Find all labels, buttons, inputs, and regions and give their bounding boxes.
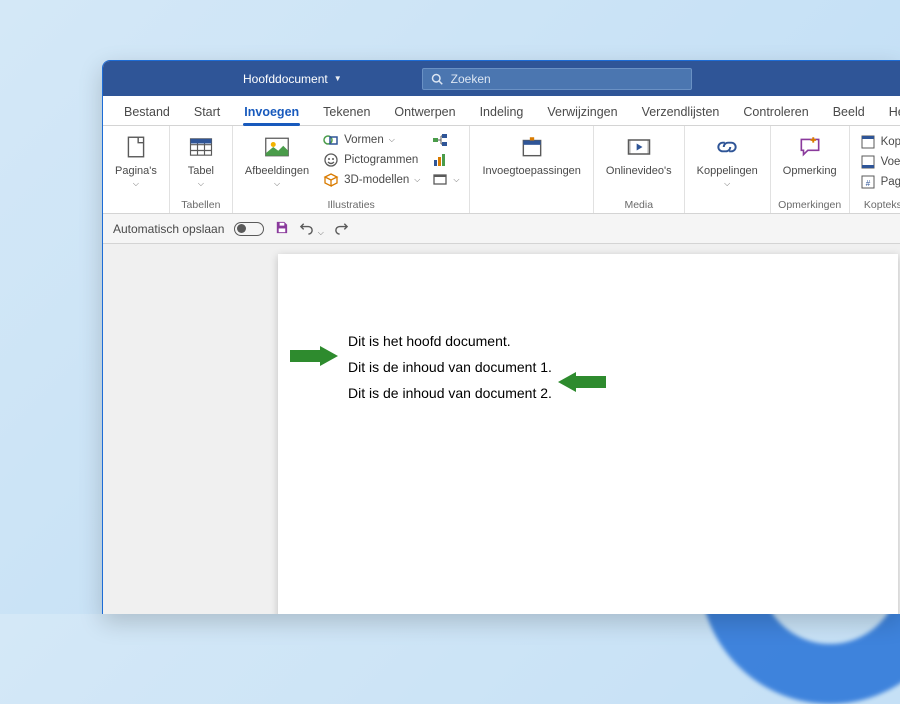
tab-beeld[interactable]: Beeld xyxy=(822,99,876,125)
autosave-label: Automatisch opslaan xyxy=(113,222,224,236)
group-label-kopvoet: Koptekst en voettekst xyxy=(850,199,900,211)
tab-invoegen[interactable]: Invoegen xyxy=(233,99,310,125)
table-icon xyxy=(185,131,217,163)
icons-icon xyxy=(323,152,339,168)
video-icon xyxy=(623,131,655,163)
3d-modellen-button[interactable]: 3D-modellen ⌵ xyxy=(321,171,422,189)
title-bar: Hoofddocument ▼ Zoeken xyxy=(103,61,900,96)
header-icon xyxy=(860,134,876,150)
group-media: Onlinevideo's Media xyxy=(594,126,685,213)
page-icon xyxy=(120,131,152,163)
group-paginas: Pagina's⌵ xyxy=(103,126,170,213)
search-box[interactable]: Zoeken xyxy=(422,68,692,90)
shapes-icon xyxy=(323,132,339,148)
screenshot-button[interactable]: ⌵ xyxy=(430,171,461,189)
tab-start[interactable]: Start xyxy=(183,99,231,125)
search-placeholder: Zoeken xyxy=(451,72,491,86)
page[interactable]: Dit is het hoofd document. Dit is de inh… xyxy=(278,254,898,614)
group-opmerkingen: Opmerking Opmerkingen xyxy=(771,126,850,213)
screenshot-icon xyxy=(432,172,448,188)
opmerking-button[interactable]: Opmerking xyxy=(779,129,841,179)
redo-icon xyxy=(334,220,349,235)
tab-help[interactable]: Help xyxy=(878,99,900,125)
chart-icon xyxy=(432,152,448,168)
footer-icon xyxy=(860,154,876,170)
ribbon: Pagina's⌵ Tabel⌵ Tabellen xyxy=(103,126,900,214)
cube-icon xyxy=(323,172,339,188)
group-label-tabellen: Tabellen xyxy=(170,199,232,211)
doc-line-1: Dit is het hoofd document. xyxy=(348,329,828,355)
tab-verwijzingen[interactable]: Verwijzingen xyxy=(536,99,628,125)
tab-bestand[interactable]: Bestand xyxy=(113,99,181,125)
search-icon xyxy=(431,73,443,85)
invoegtoepassingen-button[interactable]: Invoegtoepassingen xyxy=(478,129,584,179)
paginanummer-button[interactable]: # Paginanummer ⌵ xyxy=(858,173,900,191)
tab-controleren[interactable]: Controleren xyxy=(732,99,819,125)
pagenum-icon: # xyxy=(860,174,876,190)
group-label-opmerkingen: Opmerkingen xyxy=(771,199,849,211)
paginas-button[interactable]: Pagina's⌵ xyxy=(111,129,161,191)
annotation-arrow-right xyxy=(558,372,606,397)
koptekst-button[interactable]: Koptekst ⌵ xyxy=(858,133,900,151)
voettekst-button[interactable]: Voettekst ⌵ xyxy=(858,153,900,171)
tab-tekenen[interactable]: Tekenen xyxy=(312,99,381,125)
undo-icon xyxy=(299,220,314,235)
vormen-button[interactable]: Vormen ⌵ xyxy=(321,131,422,149)
group-illustraties: Afbeeldingen⌵ Vormen ⌵ Pictogrammen 3D-m… xyxy=(233,126,471,213)
addins-icon xyxy=(516,131,548,163)
tab-indeling[interactable]: Indeling xyxy=(469,99,535,125)
annotation-arrow-left xyxy=(290,346,338,371)
group-tabellen: Tabel⌵ Tabellen xyxy=(170,126,233,213)
smartart-icon xyxy=(432,132,448,148)
redo-button[interactable] xyxy=(334,220,349,238)
undo-button[interactable]: ⌵ xyxy=(299,220,323,238)
picture-icon xyxy=(261,131,293,163)
link-icon xyxy=(711,131,743,163)
group-kopvoet: Koptekst ⌵ Voettekst ⌵ # Paginanummer ⌵ … xyxy=(850,126,900,213)
pictogrammen-button[interactable]: Pictogrammen xyxy=(321,151,422,169)
chevron-down-icon: ▼ xyxy=(334,74,342,83)
comment-icon xyxy=(794,131,826,163)
document-title-text: Hoofddocument xyxy=(243,72,328,86)
svg-text:#: # xyxy=(865,179,870,188)
autosave-toggle[interactable] xyxy=(234,222,264,236)
afbeeldingen-button[interactable]: Afbeeldingen⌵ xyxy=(241,129,313,191)
save-icon xyxy=(274,220,289,235)
document-area[interactable]: Dit is het hoofd document. Dit is de inh… xyxy=(103,244,900,614)
document-title[interactable]: Hoofddocument ▼ xyxy=(243,72,342,86)
group-label-media: Media xyxy=(594,199,684,211)
group-koppelingen: Koppelingen⌵ xyxy=(685,126,771,213)
ribbon-tabs: Bestand Start Invoegen Tekenen Ontwerpen… xyxy=(103,96,900,126)
koppelingen-button[interactable]: Koppelingen⌵ xyxy=(693,129,762,191)
group-label-illustraties: Illustraties xyxy=(233,199,470,211)
quick-access-toolbar: Automatisch opslaan ⌵ xyxy=(103,214,900,244)
chart-button[interactable] xyxy=(430,151,461,169)
tab-verzendlijsten[interactable]: Verzendlijsten xyxy=(631,99,731,125)
onlinevideos-button[interactable]: Onlinevideo's xyxy=(602,129,676,179)
group-invoegtoepassingen: Invoegtoepassingen xyxy=(470,126,593,213)
save-button[interactable] xyxy=(274,220,289,238)
smartart-button[interactable] xyxy=(430,131,461,149)
word-window: Hoofddocument ▼ Zoeken Bestand Start Inv… xyxy=(102,60,900,614)
tab-ontwerpen[interactable]: Ontwerpen xyxy=(383,99,466,125)
tabel-button[interactable]: Tabel⌵ xyxy=(178,129,224,191)
